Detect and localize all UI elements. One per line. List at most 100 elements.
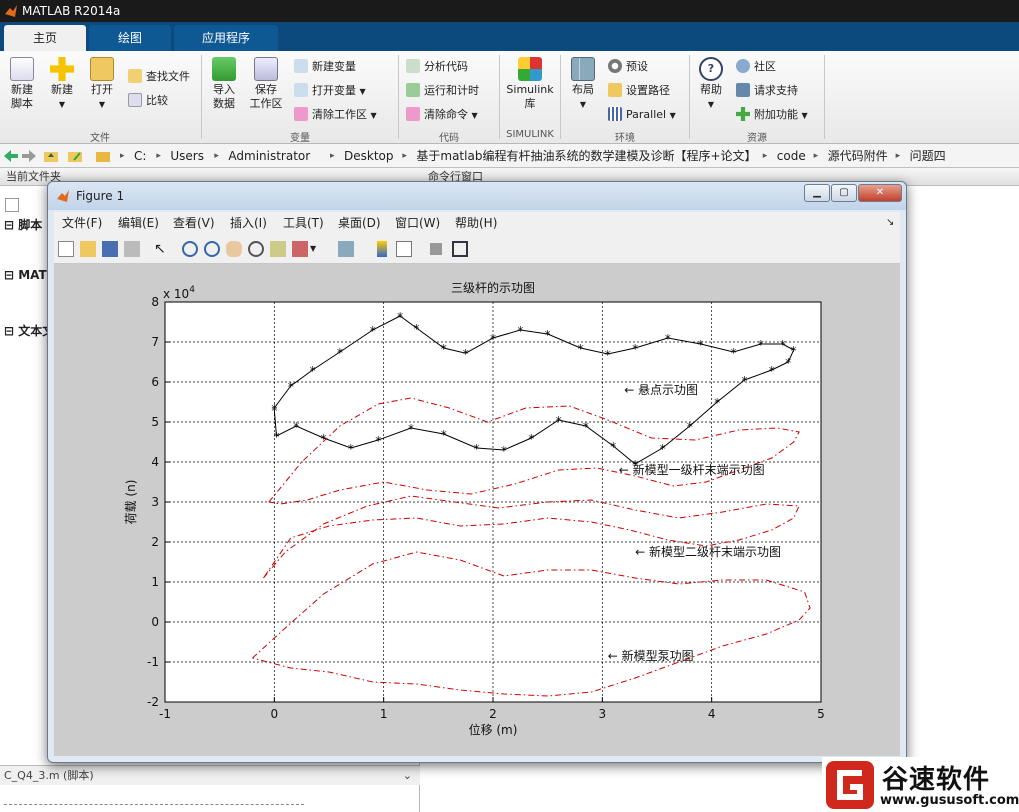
y-tick-label: 7 (151, 335, 159, 349)
figure-toolbar: ↖ ▼ (54, 234, 900, 264)
group-divider (560, 55, 561, 139)
data-point-marker: * (408, 422, 414, 436)
app-title: MATLAB R2014a (22, 4, 121, 18)
clear-commands-button[interactable]: 清除命令 ▼ (406, 107, 478, 124)
eraser-icon (294, 107, 308, 121)
ribbon-toolstrip: 新建 脚本 新建 ▼ 打开 ▼ 查找文件 比较 文件 导入 数据 保存 工作区 新建… (0, 51, 1019, 144)
open-variable-button[interactable]: 打开变量 ▼ (294, 83, 366, 100)
breadcrumb-item[interactable]: Users (170, 144, 204, 168)
gear-icon (608, 59, 622, 73)
set-path-button[interactable]: 设置路径 (608, 83, 670, 99)
show-tools-icon[interactable] (452, 241, 468, 257)
legend-icon[interactable] (396, 241, 412, 257)
preferences-button[interactable]: 预设 (608, 59, 648, 75)
data-point-marker: * (791, 344, 797, 358)
simulink-library-button[interactable]: Simulink 库 (504, 57, 556, 111)
group-label-variable: 变量 (290, 133, 310, 144)
y-tick-label: 4 (151, 455, 159, 469)
parallel-button[interactable]: Parallel ▼ (608, 107, 676, 124)
y-tick-label: -1 (147, 655, 159, 669)
group-label-code: 代码 (439, 133, 459, 144)
compare-button[interactable]: 比较 (128, 93, 168, 109)
up-folder-icon[interactable] (44, 150, 58, 162)
chevron-down-icon[interactable]: ⌄ (403, 766, 412, 786)
data-point-marker: * (288, 380, 294, 394)
plus-icon (736, 107, 750, 121)
pointer-icon[interactable]: ↖ (154, 241, 170, 257)
tab-home[interactable]: 主页 (4, 25, 86, 51)
new-figure-icon[interactable] (58, 241, 74, 257)
breadcrumb-item[interactable]: Desktop (344, 144, 394, 168)
forward-arrow-icon[interactable] (22, 150, 36, 162)
support-icon (736, 83, 750, 97)
menu-desktop[interactable]: 桌面(D) (338, 212, 381, 234)
rotate-3d-icon[interactable] (248, 241, 264, 257)
import-icon (212, 57, 236, 81)
group-divider (824, 55, 825, 139)
import-data-button[interactable]: 导入 数据 (206, 57, 242, 111)
data-point-marker: * (610, 440, 616, 454)
open-file-icon[interactable] (80, 241, 96, 257)
menu-insert[interactable]: 插入(I) (230, 212, 267, 234)
pan-hand-icon[interactable] (226, 241, 242, 257)
figure-canvas: -1 0 1 2 3 4 5 -2 -1 0 1 2 3 4 5 6 7 8 x 104 三级杆的示功图 位移 (m) 荷… (54, 264, 900, 756)
run-and-time-button[interactable]: 运行和计时 (406, 83, 479, 99)
zoom-in-icon[interactable] (182, 241, 198, 257)
breadcrumb-item[interactable]: Administrator (228, 144, 310, 168)
y-tick-label: 8 (151, 295, 159, 309)
minimize-button[interactable]: ▁ (804, 184, 830, 202)
new-variable-button[interactable]: 新建变量 (294, 59, 356, 75)
analyze-code-button[interactable]: 分析代码 (406, 59, 468, 75)
breadcrumb-item[interactable]: code (777, 144, 806, 168)
new-button[interactable]: 新建 ▼ (44, 57, 80, 112)
menu-view[interactable]: 查看(V) (173, 212, 215, 234)
brush-icon[interactable] (292, 241, 308, 257)
colorbar-icon[interactable] (377, 241, 387, 257)
zoom-out-icon[interactable] (204, 241, 220, 257)
data-point-marker: * (474, 442, 480, 456)
data-cursor-icon[interactable] (270, 241, 286, 257)
dock-arrow-icon[interactable]: ↘ (886, 212, 894, 234)
breadcrumb-item[interactable]: 源代码附件 (828, 144, 888, 168)
find-files-button[interactable]: 查找文件 (128, 69, 190, 85)
menu-tools[interactable]: 工具(T) (283, 212, 324, 234)
y-tick-label: -2 (147, 695, 159, 709)
menu-edit[interactable]: 编辑(E) (118, 212, 159, 234)
save-workspace-button[interactable]: 保存 工作区 (246, 57, 286, 111)
chevron-down-icon[interactable]: ▼ (310, 241, 326, 257)
eraser-icon (406, 107, 420, 121)
maximize-button[interactable]: ▢ (831, 184, 857, 202)
link-plot-icon[interactable] (338, 241, 354, 257)
breadcrumb-item[interactable]: 基于matlab编程有杆抽油系统的数学建模及诊断【程序+论文】 (416, 144, 756, 168)
help-button[interactable]: ? 帮助 ▼ (694, 57, 728, 112)
breadcrumb-item[interactable]: 问题四 (910, 144, 946, 168)
clear-workspace-button[interactable]: 清除工作区 ▼ (294, 107, 377, 124)
y-axis-label: 荷载 (n) (124, 480, 138, 525)
menu-window[interactable]: 窗口(W) (395, 212, 440, 234)
menu-help[interactable]: 帮助(H) (455, 212, 497, 234)
group-label-file: 文件 (90, 133, 110, 144)
back-arrow-icon[interactable] (4, 150, 18, 162)
data-point-marker: * (731, 346, 737, 360)
details-header[interactable]: C_Q4_3.m (脚本) ⌄ (0, 765, 420, 785)
breadcrumb-separator-icon: ▸ (120, 151, 125, 161)
hide-tools-icon[interactable] (430, 243, 442, 255)
community-button[interactable]: 社区 (736, 59, 776, 75)
print-icon[interactable] (124, 241, 140, 257)
menu-file[interactable]: 文件(F) (62, 212, 102, 234)
data-point-marker: * (632, 342, 638, 356)
add-ons-button[interactable]: 附加功能 ▼ (736, 107, 808, 124)
save-icon[interactable] (102, 241, 118, 257)
section-mat[interactable]: ⊟ MAT (4, 268, 47, 282)
find-files-icon (128, 69, 142, 83)
tab-plots[interactable]: 绘图 (89, 25, 171, 51)
close-button[interactable]: ✕ (858, 184, 902, 202)
open-button[interactable]: 打开 ▼ (84, 57, 120, 112)
new-script-button[interactable]: 新建 脚本 (4, 57, 40, 111)
request-support-button[interactable]: 请求支持 (736, 83, 798, 99)
browse-folder-icon[interactable] (68, 150, 82, 162)
section-scripts[interactable]: ⊟ 脚本 (4, 216, 42, 233)
breadcrumb-item[interactable]: C: (134, 144, 146, 168)
tab-apps[interactable]: 应用程序 (174, 25, 278, 51)
layout-button[interactable]: 布局 ▼ (566, 57, 600, 112)
